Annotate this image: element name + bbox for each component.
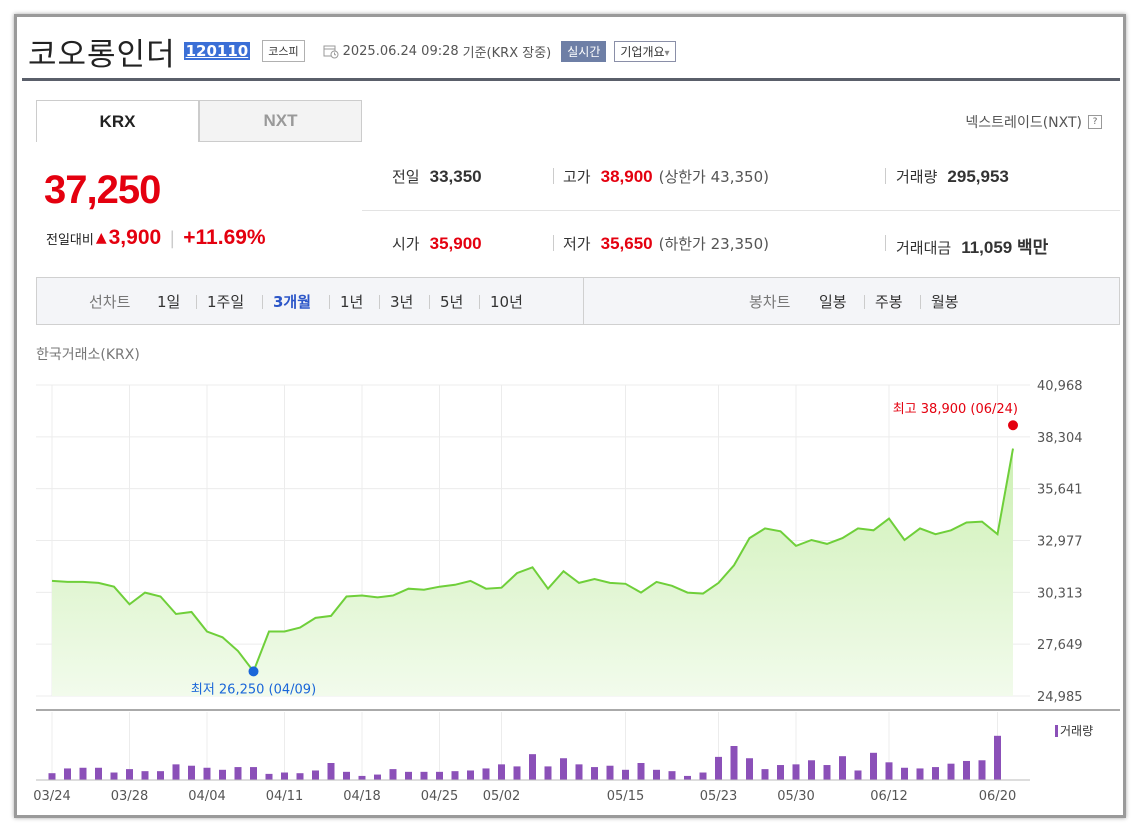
period-10y[interactable]: 10년 [490,291,523,312]
stock-code[interactable]: 120110 [183,42,251,60]
volume-legend: 거래량 [1055,722,1093,739]
quote-datetime: 2025.06.24 09:28 [342,43,459,59]
period-3y[interactable]: 3년 [390,291,413,312]
divider [329,295,330,309]
divider [553,168,554,184]
trade-amount: 거래대금 11,059 백만 [896,233,1048,258]
change-amount: 3,900 [108,226,162,249]
change-percent: +11.69% [183,226,266,249]
stock-name: 코오롱인더 [28,36,176,73]
price-change: 전일대비 ▲ 3,900 | +11.69% [46,226,266,250]
realtime-button[interactable]: 실시간 [561,40,607,62]
low-value: 35,650 [600,234,653,253]
period-5y[interactable]: 5년 [440,291,463,312]
quote-basis: 기준(KRX 장중) [462,45,552,61]
divider [920,295,921,309]
change-separator: | [169,227,176,249]
high-label: 고가 [563,168,591,186]
line-chart-label: 선차트 [89,293,131,311]
divider [553,235,554,251]
tab-krx[interactable]: KRX [36,100,199,142]
low-price: 저가 35,650 (하한가 23,350) [563,233,769,254]
candle-chart-label: 봉차트 [749,293,791,311]
divider [479,295,480,309]
volume-legend-label: 거래량 [1060,724,1094,738]
low-label: 저가 [563,235,591,253]
divider [885,235,886,251]
period-1d[interactable]: 1일 [157,291,180,312]
volume-value: 295,953 [947,167,1009,186]
divider [262,295,263,309]
volume-label: 거래량 [896,168,938,186]
period-selector: 선차트 1일 1주일 3개월 1년 3년 5년 10년 봉차트 일봉 주봉 월봉 [36,277,1120,325]
high-value: 38,900 [600,167,653,186]
current-price: 37,250 [44,168,161,212]
high-price: 고가 38,900 (상한가 43,350) [563,166,769,187]
period-3m[interactable]: 3개월 [273,291,311,312]
volume-swatch [1055,724,1058,737]
amount-label: 거래대금 [896,239,952,257]
period-1y[interactable]: 1년 [340,291,363,312]
prev-close-label: 전일 [392,168,420,186]
upper-limit: (상한가 43,350) [658,168,769,186]
open-price: 시가 35,900 [392,233,482,254]
divider [429,295,430,309]
divider [864,295,865,309]
quote-grid-divider [362,210,1120,211]
divider [379,295,380,309]
calendar-clock-icon [323,45,339,59]
prev-close: 전일 33,350 [392,166,482,187]
nextrade-label: 넥스트레이드(NXT) [965,115,1082,131]
chevron-down-icon: ▾ [664,47,670,59]
period-divider [583,278,584,324]
exchange-label: 한국거래소(KRX) [36,347,140,363]
lower-limit: (하한가 23,350) [658,235,769,253]
amount-value: 11,059 백만 [961,238,1049,257]
nextrade-link[interactable]: 넥스트레이드(NXT) ? [965,112,1102,132]
market-badge: 코스피 [262,40,305,62]
period-1w[interactable]: 1주일 [207,291,244,312]
timestamp: 2025.06.24 09:28 기준(KRX 장중) [323,42,552,61]
company-overview-dropdown[interactable]: 기업개요▾ [614,40,676,62]
open-label: 시가 [392,235,420,253]
up-arrow-icon: ▲ [95,230,107,246]
volume: 거래량 295,953 [896,166,1009,187]
tab-nxt[interactable]: NXT [199,100,362,142]
help-icon[interactable]: ? [1088,115,1102,129]
divider [196,295,197,309]
open-value: 35,900 [429,234,482,253]
stock-header: 코오롱인더 120110 코스피 2025.06.24 09:28 기준(KRX… [28,26,676,76]
divider [885,168,886,184]
candle-weekly[interactable]: 주봉 [875,291,903,312]
header-divider [22,78,1120,81]
candle-monthly[interactable]: 월봉 [931,291,959,312]
change-label: 전일대비 [46,232,94,248]
candle-daily[interactable]: 일봉 [819,291,847,312]
company-overview-label: 기업개요 [620,44,665,59]
prev-close-value: 33,350 [429,167,482,186]
